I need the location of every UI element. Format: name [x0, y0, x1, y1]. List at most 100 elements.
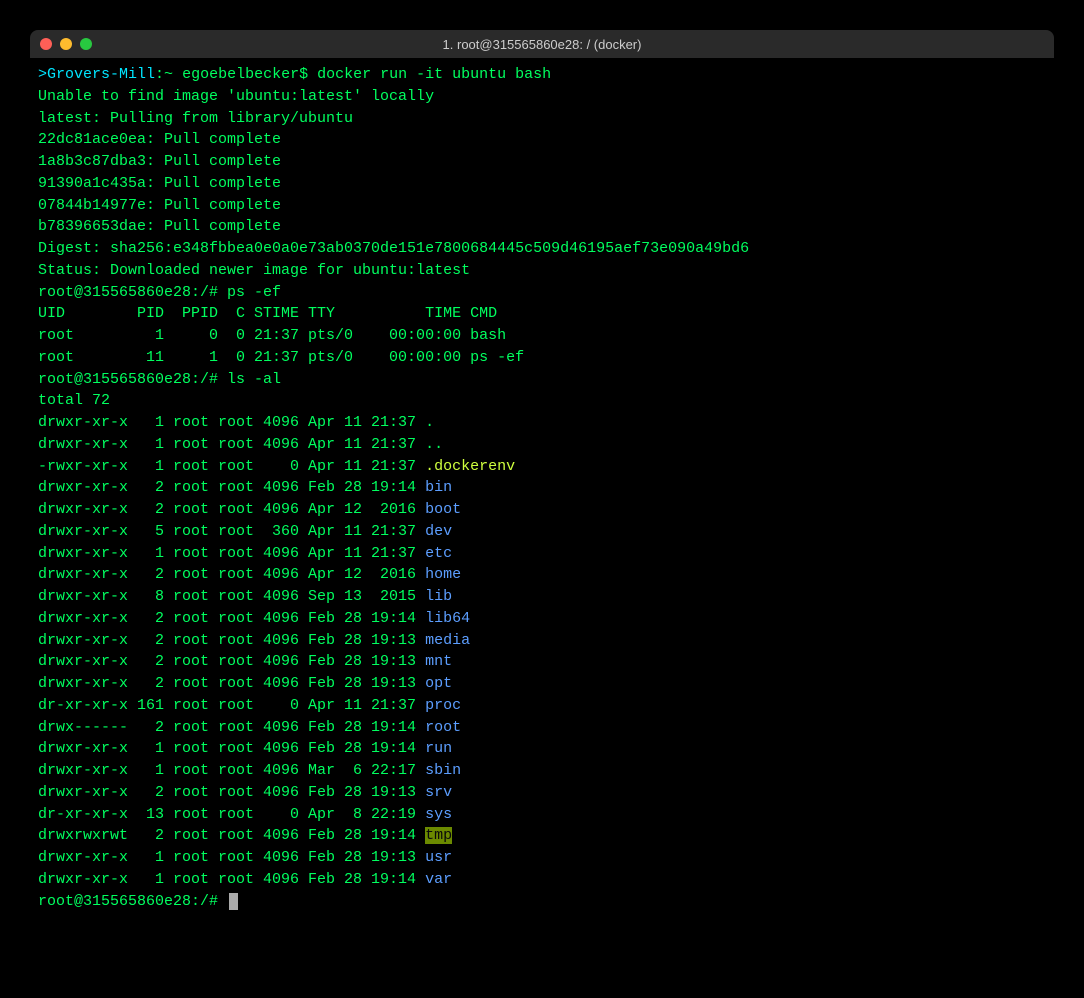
- prompt-line: root@315565860e28:/# ls -al: [38, 369, 1046, 391]
- command: ls -al: [227, 371, 281, 388]
- output-line: Status: Downloaded newer image for ubunt…: [38, 260, 1046, 282]
- ls-row: drwxr-xr-x 1 root root 4096 Feb 28 19:14…: [38, 738, 1046, 760]
- ls-row: drwxr-xr-x 2 root root 4096 Apr 12 2016 …: [38, 499, 1046, 521]
- ls-row: drwxr-xr-x 2 root root 4096 Feb 28 19:14…: [38, 477, 1046, 499]
- ls-row: drwxr-xr-x 2 root root 4096 Feb 28 19:13…: [38, 630, 1046, 652]
- prompt-text: root@315565860e28:/#: [38, 284, 227, 301]
- ls-filename: mnt: [425, 653, 452, 670]
- ls-attrs: drwxr-xr-x 2 root root 4096 Feb 28 19:13: [38, 675, 425, 692]
- ls-filename: .: [425, 414, 434, 431]
- output-line: 07844b14977e: Pull complete: [38, 195, 1046, 217]
- ls-attrs: drwxr-xr-x 2 root root 4096 Apr 12 2016: [38, 501, 425, 518]
- prompt-dollar: $: [299, 66, 317, 83]
- ls-row: dr-xr-xr-x 161 root root 0 Apr 11 21:37 …: [38, 695, 1046, 717]
- ls-attrs: dr-xr-xr-x 13 root root 0 Apr 8 22:19: [38, 806, 425, 823]
- terminal-content[interactable]: >Grovers-Mill:~ egoebelbecker$ docker ru…: [30, 58, 1054, 918]
- command: docker run -it ubuntu bash: [317, 66, 551, 83]
- ls-attrs: drwxr-xr-x 1 root root 4096 Feb 28 19:13: [38, 849, 425, 866]
- ls-attrs: drwxr-xr-x 1 root root 4096 Feb 28 19:14: [38, 740, 425, 757]
- ls-row: drwxr-xr-x 1 root root 4096 Apr 11 21:37…: [38, 434, 1046, 456]
- ls-attrs: dr-xr-xr-x 161 root root 0 Apr 11 21:37: [38, 697, 425, 714]
- ls-filename: sys: [425, 806, 452, 823]
- output-line: 22dc81ace0ea: Pull complete: [38, 129, 1046, 151]
- prompt-arrow-icon: >: [38, 66, 47, 83]
- terminal-window: 1. root@315565860e28: / (docker) >Grover…: [30, 30, 1054, 970]
- prompt-sep: :~: [155, 66, 182, 83]
- ls-filename: lib: [425, 588, 452, 605]
- minimize-icon[interactable]: [60, 38, 72, 50]
- ls-row: -rwxr-xr-x 1 root root 0 Apr 11 21:37 .d…: [38, 456, 1046, 478]
- ls-attrs: drwxr-xr-x 8 root root 4096 Sep 13 2015: [38, 588, 425, 605]
- ls-row: drwxr-xr-x 8 root root 4096 Sep 13 2015 …: [38, 586, 1046, 608]
- ls-filename: etc: [425, 545, 452, 562]
- ls-filename: var: [425, 871, 452, 888]
- hostname: Grovers-Mill: [47, 66, 155, 83]
- ls-filename: proc: [425, 697, 461, 714]
- ls-row: drwx------ 2 root root 4096 Feb 28 19:14…: [38, 717, 1046, 739]
- ls-attrs: drwxr-xr-x 2 root root 4096 Feb 28 19:13: [38, 632, 425, 649]
- ps-row: root 1 0 0 21:37 pts/0 00:00:00 bash: [38, 325, 1046, 347]
- ls-filename: ..: [425, 436, 443, 453]
- ls-row: drwxr-xr-x 2 root root 4096 Feb 28 19:14…: [38, 608, 1046, 630]
- ls-filename: .dockerenv: [425, 458, 515, 475]
- ls-attrs: drwxr-xr-x 2 root root 4096 Feb 28 19:13: [38, 784, 425, 801]
- ls-attrs: drwxr-xr-x 2 root root 4096 Feb 28 19:13: [38, 653, 425, 670]
- ls-filename: lib64: [425, 610, 470, 627]
- prompt-text: root@315565860e28:/#: [38, 893, 218, 910]
- prompt-line: >Grovers-Mill:~ egoebelbecker$ docker ru…: [38, 64, 1046, 86]
- ls-attrs: drwxr-xr-x 1 root root 4096 Feb 28 19:14: [38, 871, 425, 888]
- ls-attrs: -rwxr-xr-x 1 root root 0 Apr 11 21:37: [38, 458, 425, 475]
- output-line: latest: Pulling from library/ubuntu: [38, 108, 1046, 130]
- traffic-lights: [40, 38, 92, 50]
- username: egoebelbecker: [182, 66, 299, 83]
- command: ps -ef: [227, 284, 281, 301]
- ls-attrs: drwxr-xr-x 2 root root 4096 Feb 28 19:14: [38, 610, 425, 627]
- ls-filename: media: [425, 632, 470, 649]
- output-line: b78396653dae: Pull complete: [38, 216, 1046, 238]
- ls-row: dr-xr-xr-x 13 root root 0 Apr 8 22:19 sy…: [38, 804, 1046, 826]
- ls-attrs: drwxr-xr-x 5 root root 360 Apr 11 21:37: [38, 523, 425, 540]
- ls-row: drwxr-xr-x 1 root root 4096 Mar 6 22:17 …: [38, 760, 1046, 782]
- ls-row: drwxr-xr-x 2 root root 4096 Feb 28 19:13…: [38, 651, 1046, 673]
- ls-row: drwxr-xr-x 2 root root 4096 Apr 12 2016 …: [38, 564, 1046, 586]
- output-line: 91390a1c435a: Pull complete: [38, 173, 1046, 195]
- ls-attrs: drwxr-xr-x 1 root root 4096 Mar 6 22:17: [38, 762, 425, 779]
- ls-row: drwxr-xr-x 1 root root 4096 Feb 28 19:13…: [38, 847, 1046, 869]
- ls-row: drwxr-xr-x 1 root root 4096 Apr 11 21:37…: [38, 543, 1046, 565]
- ls-row: drwxr-xr-x 1 root root 4096 Apr 11 21:37…: [38, 412, 1046, 434]
- ls-filename: home: [425, 566, 461, 583]
- ls-row: drwxr-xr-x 2 root root 4096 Feb 28 19:13…: [38, 782, 1046, 804]
- ps-row: root 11 1 0 21:37 pts/0 00:00:00 ps -ef: [38, 347, 1046, 369]
- ls-attrs: drwxr-xr-x 1 root root 4096 Apr 11 21:37: [38, 436, 425, 453]
- close-icon[interactable]: [40, 38, 52, 50]
- ls-total: total 72: [38, 390, 1046, 412]
- ls-filename: root: [425, 719, 461, 736]
- ls-attrs: drwxr-xr-x 2 root root 4096 Feb 28 19:14: [38, 479, 425, 496]
- ls-attrs: drwxr-xr-x 1 root root 4096 Apr 11 21:37: [38, 545, 425, 562]
- prompt-text: root@315565860e28:/#: [38, 371, 227, 388]
- ls-filename: run: [425, 740, 452, 757]
- titlebar[interactable]: 1. root@315565860e28: / (docker): [30, 30, 1054, 58]
- ls-filename: boot: [425, 501, 461, 518]
- ls-attrs: drwxr-xr-x 2 root root 4096 Apr 12 2016: [38, 566, 425, 583]
- ls-filename: bin: [425, 479, 452, 496]
- prompt-line: root@315565860e28:/# ps -ef: [38, 282, 1046, 304]
- cursor-icon: [229, 893, 238, 910]
- window-title: 1. root@315565860e28: / (docker): [40, 37, 1044, 52]
- ps-header: UID PID PPID C STIME TTY TIME CMD: [38, 303, 1046, 325]
- ls-row: drwxrwxrwt 2 root root 4096 Feb 28 19:14…: [38, 825, 1046, 847]
- output-line: 1a8b3c87dba3: Pull complete: [38, 151, 1046, 173]
- ls-attrs: drwxrwxrwt 2 root root 4096 Feb 28 19:14: [38, 827, 425, 844]
- ls-attrs: drwx------ 2 root root 4096 Feb 28 19:14: [38, 719, 425, 736]
- ls-filename: sbin: [425, 762, 461, 779]
- ls-filename: usr: [425, 849, 452, 866]
- output-line: Digest: sha256:e348fbbea0e0a0e73ab0370de…: [38, 238, 1046, 260]
- ls-row: drwxr-xr-x 1 root root 4096 Feb 28 19:14…: [38, 869, 1046, 891]
- ls-filename: tmp: [425, 827, 452, 844]
- prompt-line: root@315565860e28:/#: [38, 891, 1046, 913]
- ls-filename: srv: [425, 784, 452, 801]
- ls-attrs: drwxr-xr-x 1 root root 4096 Apr 11 21:37: [38, 414, 425, 431]
- ls-filename: opt: [425, 675, 452, 692]
- ls-row: drwxr-xr-x 2 root root 4096 Feb 28 19:13…: [38, 673, 1046, 695]
- maximize-icon[interactable]: [80, 38, 92, 50]
